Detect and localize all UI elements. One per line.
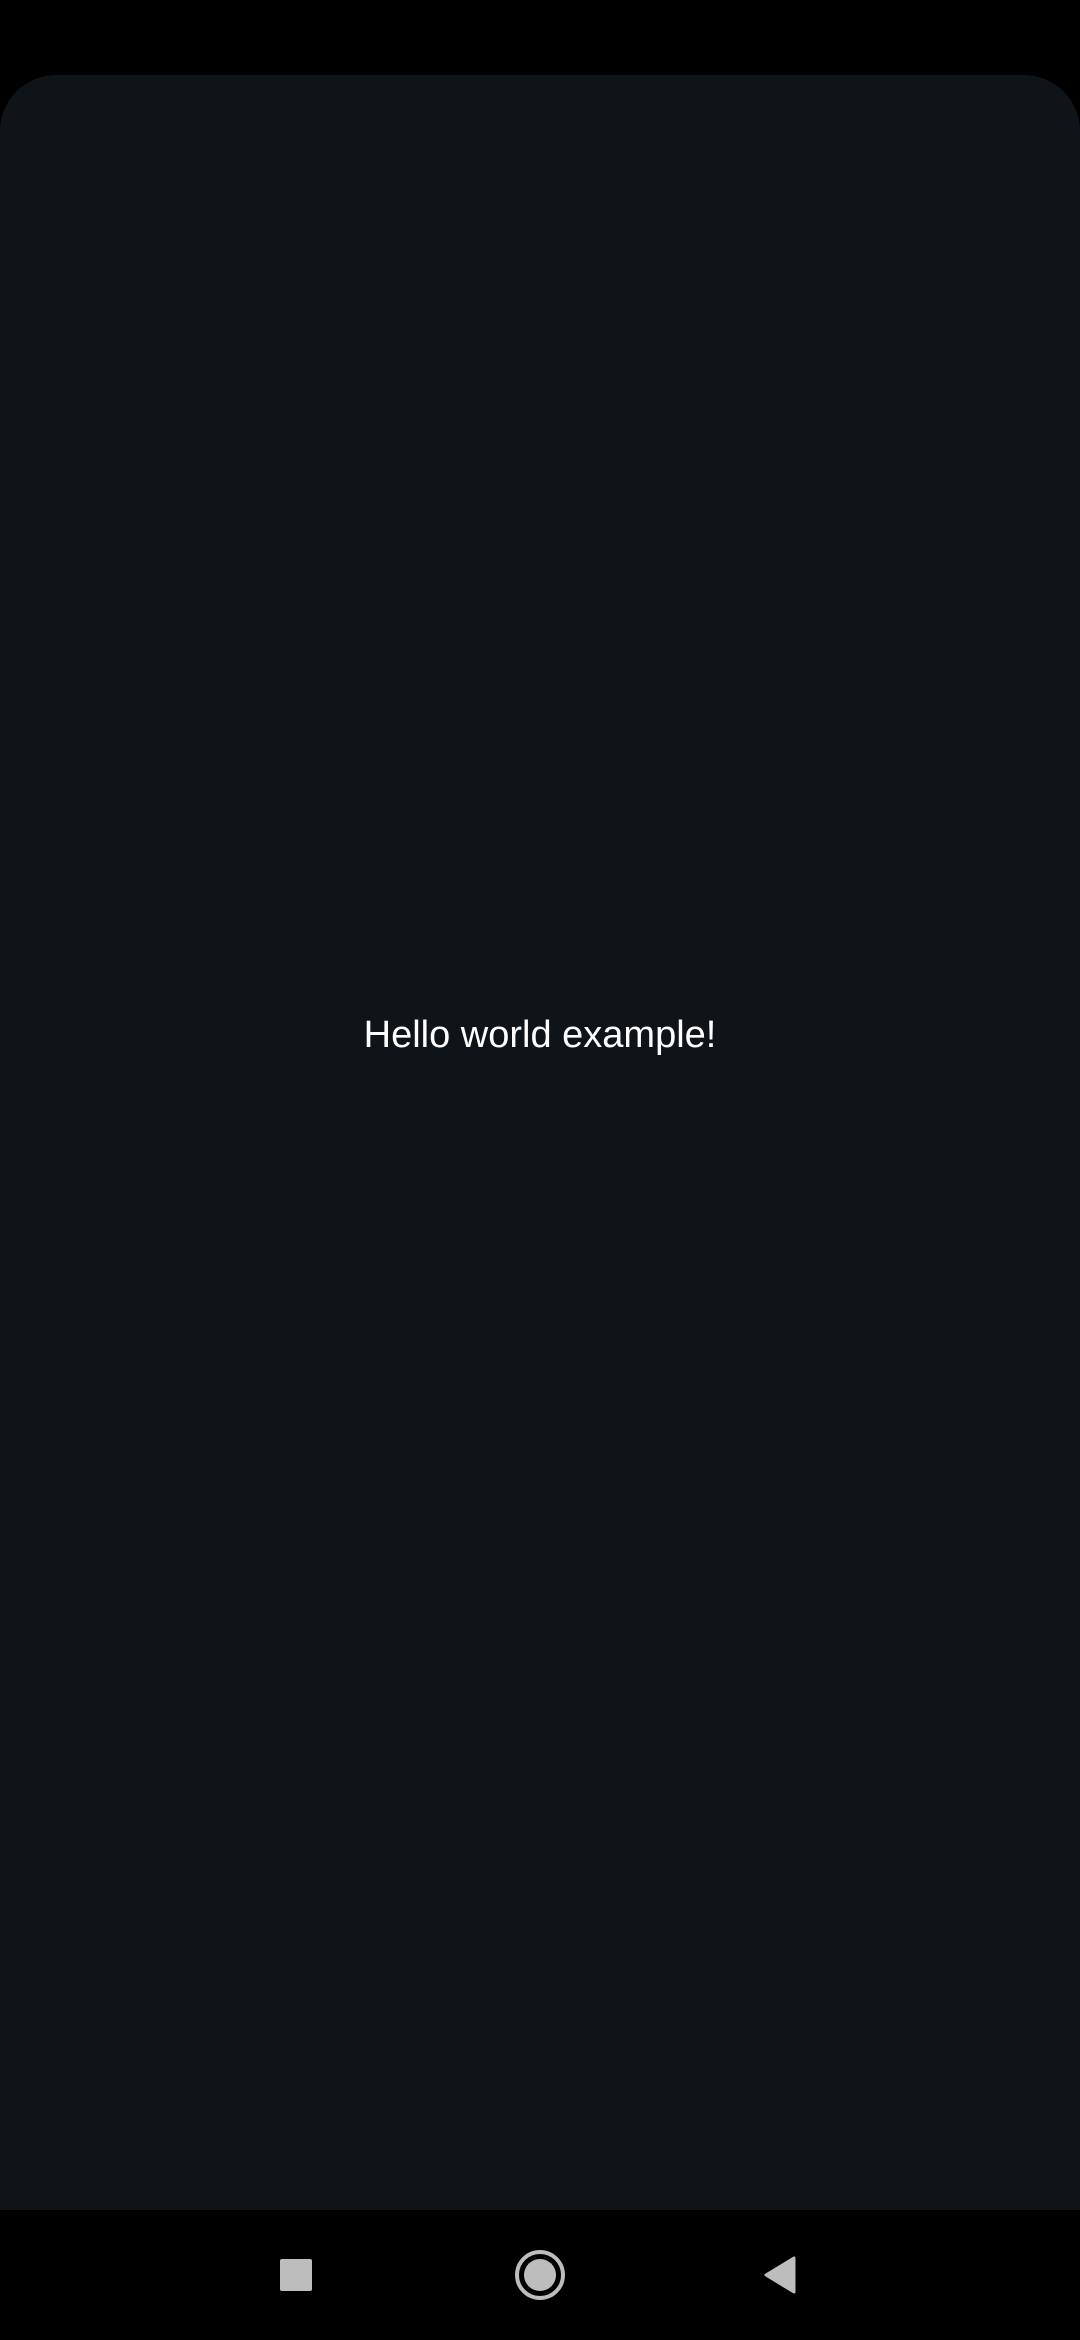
- hello-world-text: Hello world example!: [363, 1014, 717, 1056]
- circle-icon: [515, 2250, 565, 2300]
- home-button[interactable]: [470, 2210, 610, 2340]
- back-button[interactable]: [710, 2210, 850, 2340]
- square-icon: [280, 2259, 312, 2291]
- recents-button[interactable]: [226, 2210, 366, 2340]
- app-window: [0, 75, 1080, 2210]
- triangle-back-icon: [764, 2256, 796, 2294]
- phone-screen: Hello world example!: [0, 0, 1080, 2340]
- navigation-bar: [0, 2210, 1080, 2340]
- status-bar: [0, 0, 1080, 75]
